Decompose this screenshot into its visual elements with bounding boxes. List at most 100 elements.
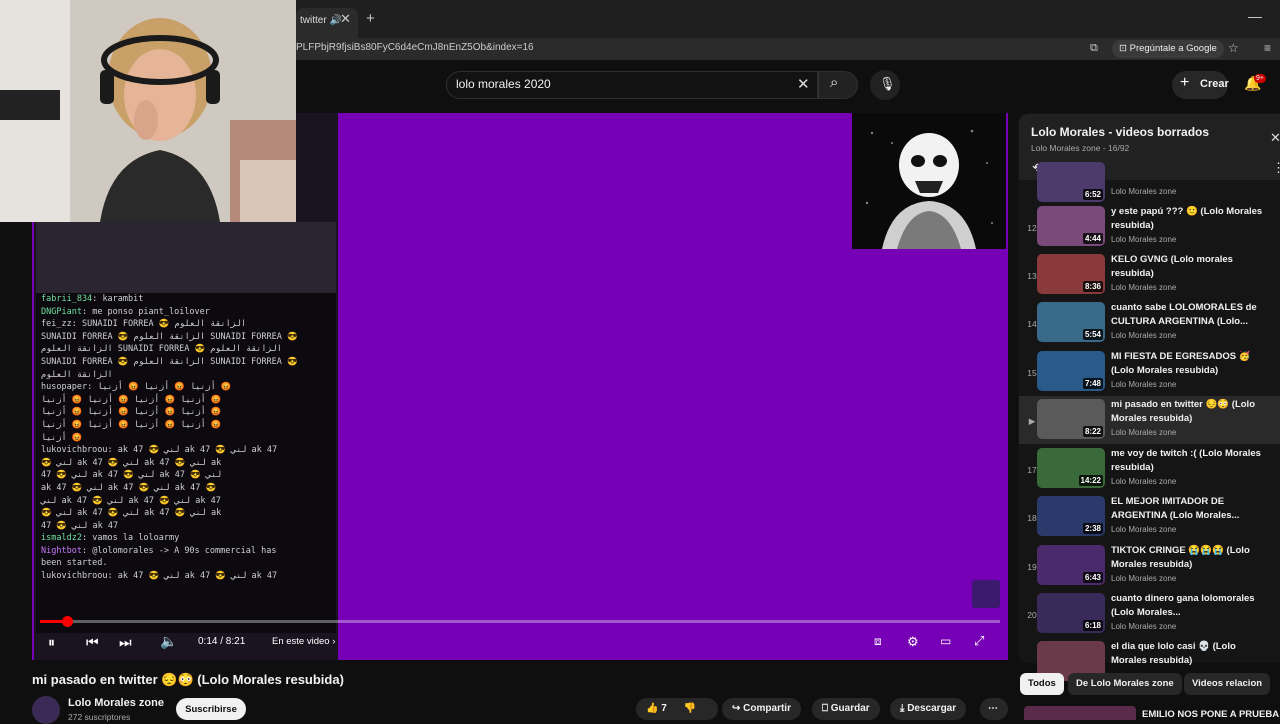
chat-text: SUNAIDI FORREA 😎 الزانقة العلوم SUNAIDI … [41,356,298,367]
playlist-item-title[interactable]: KELO GVNG (Lolo morales resubida) [1111,253,1271,281]
playlist-item[interactable]: 19 6:43 TIKTOK CRINGE 😭😭😭 (Lolo Morales re… [1019,542,1280,590]
playlist-item-title[interactable]: y este papú ??? 🙂 (Lolo Morales resubida… [1111,205,1271,233]
chat-text: ak 47 😎 لني ak 47 😎 لني ak 47 [117,445,278,456]
playlist-item-channel: Lolo Morales zone [1111,187,1177,196]
search-query[interactable]: lolo morales 2020 [456,77,551,91]
scrubber-handle[interactable] [62,616,73,627]
playlist-item-channel: Lolo Morales zone [1111,525,1177,534]
playlist-item-title[interactable]: el dia que lolo casi 💀 (Lolo Morales res… [1111,640,1271,668]
stream-chat-overlay: fabrii_834: karambit DNGPiant: me ponso p… [36,293,336,633]
playlist-item[interactable]: 18 2:38 EL MEJOR IMITADOR DE ARGENTINA (Lo… [1019,493,1280,541]
fullscreen-icon[interactable]: ⤢ [974,633,984,649]
chat-message: الزانقة العلوم SUNAIDI FORREA 😎 الزانقة … [36,343,336,356]
duration-badge: 8:36 [1082,281,1103,292]
url-text[interactable]: PLFPbjR9fjsiBs80FyC6d4eCmJ8nEnZ5Ob&index… [296,42,534,53]
close-tab-icon[interactable]: ✕ [340,11,351,27]
playlist-thumbnail[interactable]: 4:44 [1037,206,1105,246]
tab-title: twitter [300,15,327,26]
playlist-thumbnail[interactable]: 6:52 [1037,162,1105,202]
recommended-thumbnail[interactable] [1024,706,1136,720]
playlist-thumbnail[interactable]: 6:18 [1037,593,1105,633]
playlist-item[interactable]: 20 6:18 cuanto dinero gana lolomorales (Lo… [1019,590,1280,638]
subtitles-icon[interactable]: ⧈ [874,634,882,649]
chat-username: fei_zz [41,319,72,330]
playlist-item[interactable]: 6:52 Lolo Morales zone [1019,162,1280,203]
playlist-item-title[interactable]: TIKTOK CRINGE 😭😭😭 (Lolo Morales resubida… [1111,544,1271,572]
download-button[interactable]: ⤓ Descargar [890,698,967,720]
chat-message: Nightbot: @lolomorales -> A 90s commerci… [41,545,277,556]
playlist-item[interactable]: ▶ 8:22 mi pasado en twitter 😔😳 (Lolo Moral… [1019,396,1280,444]
chat-username: lukovichbroou [41,445,108,456]
playlist-item-title[interactable]: cuanto sabe LOLOMORALES de CULTURA ARGEN… [1111,301,1271,329]
playlist-item-title[interactable]: mi pasado en twitter 😔😳 (Lolo Morales re… [1111,398,1271,426]
browser-menu-icon[interactable]: ≡ [1264,41,1271,55]
theater-mode-icon[interactable]: ▭ [940,634,951,648]
chat-text: 😎 لني ak 47 😎 لني ak 47 😎 لني ak [41,457,222,468]
more-actions-icon[interactable]: ⋯ [980,698,1008,720]
playlist-item-title[interactable]: MI FIESTA DE EGRESADOS 🥳 (Lolo Morales r… [1111,350,1271,378]
playlist-thumbnail[interactable]: 5:54 [1037,302,1105,342]
playlist-item[interactable]: 14 5:54 cuanto sabe LOLOMORALES de CULTURA… [1019,299,1280,347]
chat-text: ak 47 😎 لني ak 47 😎 لني ak 47 😎 [41,482,217,493]
ask-google-button[interactable]: ⊡ Pregúntale a Google [1112,40,1224,58]
channel-watermark[interactable] [972,580,1000,608]
playlist-item[interactable]: 17 14:22 me voy de twitch :( (Lolo Morales… [1019,445,1280,493]
duration-badge: 4:44 [1082,233,1103,244]
download-icon: ⤓ [900,703,905,714]
like-dislike-group[interactable]: 👍 7 👎 [636,698,718,720]
chat-message: DNGPiant: me ponso piant_loilover [41,306,210,317]
chapter-label: En este video [272,636,330,647]
playlist-item-channel: Lolo Morales zone [1111,574,1177,583]
playlist-thumbnail[interactable]: 8:22 [1037,399,1105,439]
filter-chip[interactable]: Todos [1020,673,1064,695]
chapter-button[interactable]: En este video › [272,636,335,647]
playlist-item-title[interactable]: EL MEJOR IMITADOR DE ARGENTINA (Lolo Mor… [1111,495,1271,523]
playlist-item[interactable]: 15 7:48 MI FIESTA DE EGRESADOS 🥳 (Lolo Mor… [1019,348,1280,396]
create-label: Crear [1200,78,1229,90]
next-icon[interactable]: ⏭ [119,634,132,651]
clear-search-icon[interactable]: ✕ [797,75,810,93]
playlist-thumbnail[interactable]: 7:48 [1037,351,1105,391]
playlist-thumbnail[interactable]: 2:38 [1037,496,1105,536]
duration-badge: 5:54 [1082,329,1103,340]
cast-icon[interactable]: ⧉ [1090,42,1098,55]
new-tab-icon[interactable]: + [366,10,375,27]
chat-message: husopaper: أزنيا 😡 أزنيا 😡 أزنيا 😡 [41,382,232,393]
chat-text: karambit [102,294,144,304]
playlist-item-channel: Lolo Morales zone [1111,331,1177,340]
volume-icon[interactable]: 🔈 [160,633,177,650]
recommended-title[interactable]: EMILIO NOS PONE A PRUEBA | [1142,709,1280,720]
playlist-thumbnail[interactable]: 14:22 [1037,448,1105,488]
settings-gear-icon[interactable]: ⚙ [907,634,919,650]
playlist-thumbnail[interactable]: 8:36 [1037,254,1105,294]
pause-icon[interactable]: ⏸ [48,634,55,651]
duration-badge: 6:52 [1082,189,1103,200]
playlist-item-title[interactable]: cuanto dinero gana lolomorales (Lolo Mor… [1111,592,1271,620]
playlist-item-channel: Lolo Morales zone [1111,428,1177,437]
chat-message: ak 47 😎 لني ak 47 😎 لني ak 47 😎 [36,482,336,495]
chat-text: 47 😎 لني ak 47 😎 لني ak 47 😎 لني [41,470,222,481]
channel-name[interactable]: Lolo Morales zone [68,697,164,709]
playlist-thumbnail[interactable]: 6:43 [1037,545,1105,585]
progress-bar[interactable] [40,620,1000,623]
save-label: Guardar [830,703,870,714]
subscribe-button[interactable]: Suscribirse [176,698,246,720]
chat-text: been started. [41,558,108,569]
playlist-item-title[interactable]: me voy de twitch :( (Lolo Morales resubi… [1111,447,1271,475]
chat-message: SUNAIDI FORREA 😎 الزانقة العلوم SUNAIDI … [36,356,336,369]
filter-chip[interactable]: Videos relacion [1184,673,1271,695]
close-playlist-icon[interactable]: ✕ [1270,130,1280,146]
chat-message: SUNAIDI FORREA 😎 الزانقة العلوم SUNAIDI … [36,331,336,344]
playlist-item[interactable]: 13 8:36 KELO GVNG (Lolo morales resubida) L… [1019,251,1280,299]
playlist-title[interactable]: Lolo Morales - videos borrados [1031,125,1209,139]
playlist-item[interactable]: 12 4:44 y este papú ??? 🙂 (Lolo Morales re… [1019,203,1280,251]
save-button[interactable]: ⎕ Guardar [812,698,880,720]
thumbs-down-icon[interactable]: 👎 [684,703,696,714]
previous-icon[interactable]: ⏮ [86,634,99,651]
minimize-icon[interactable]: — [1248,8,1262,24]
share-button[interactable]: ↪ Compartir [722,698,801,720]
playlist-more-icon[interactable]: ⋮ [1272,160,1280,176]
bookmark-star-icon[interactable]: ☆ [1228,41,1239,55]
filter-chip[interactable]: De Lolo Morales zone [1068,673,1182,695]
thumbs-up-icon[interactable]: 👍 [646,703,658,714]
